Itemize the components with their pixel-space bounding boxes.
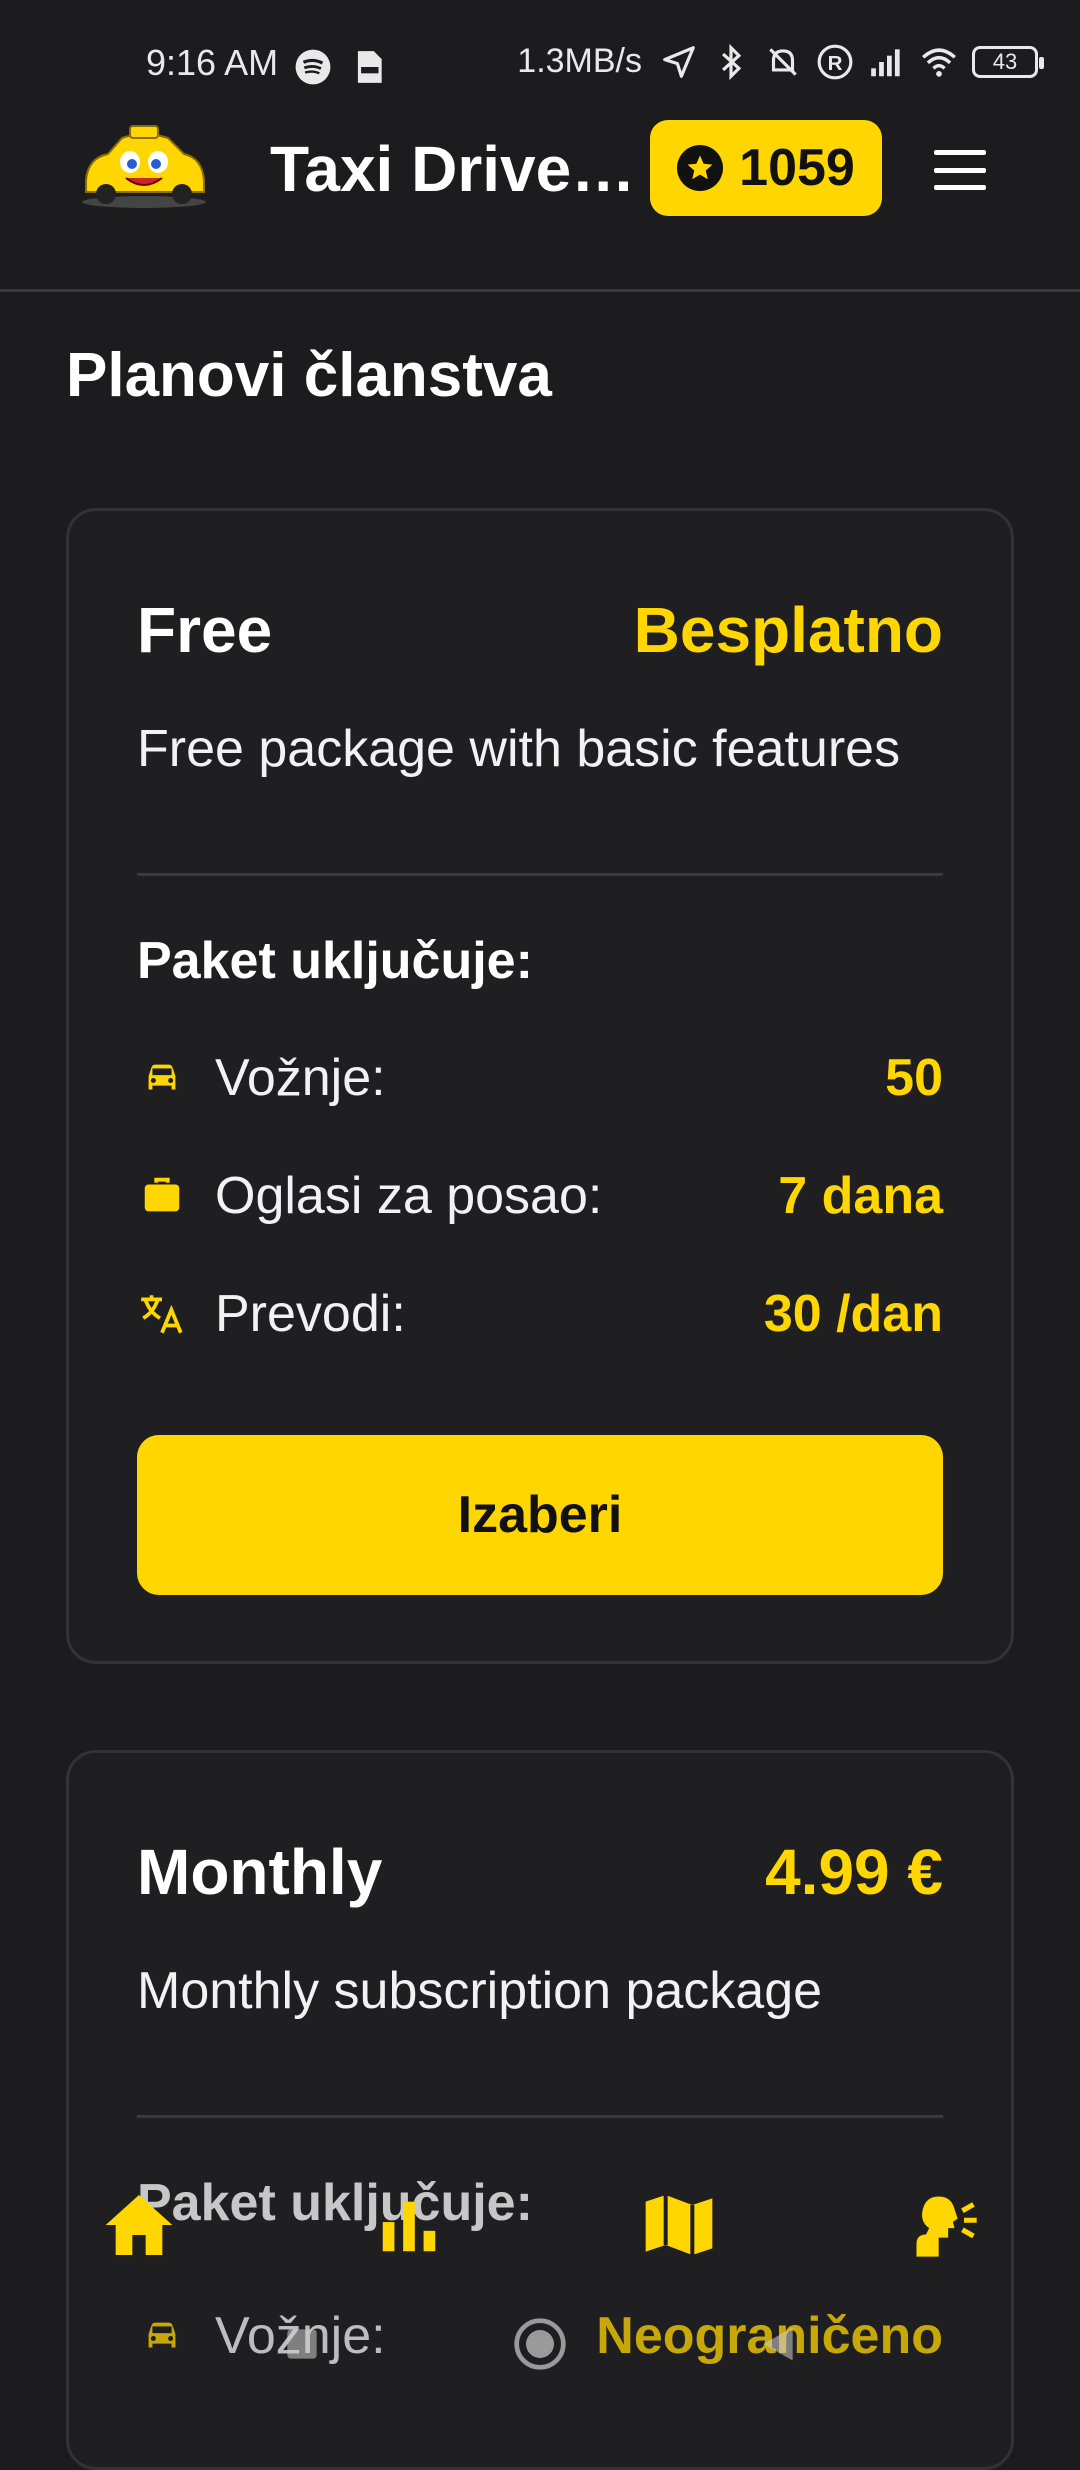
registered-icon: R [817, 44, 853, 79]
wifi-icon [922, 47, 956, 77]
status-time: 9:16 AM [146, 42, 279, 83]
points-count: 1059 [739, 139, 855, 197]
divider [137, 2115, 943, 2118]
plan-header: Monthly 4.99 € [137, 1835, 943, 1909]
briefcase-icon [137, 1171, 187, 1221]
feature-row-rides: Vožnje: 50 [137, 1043, 943, 1113]
status-right: 1.3MB/s R 43 [517, 42, 1044, 81]
feature-label: Oglasi za posao: [215, 1167, 603, 1225]
menu-icon[interactable] [928, 146, 992, 194]
map-icon[interactable] [634, 2180, 724, 2270]
choose-plan-button[interactable]: Izaberi [137, 1435, 943, 1595]
battery-icon: 43 [972, 45, 1044, 78]
feature-value: 7 dana [778, 1167, 943, 1225]
feature-row-job-ads: Oglasi za posao: 7 dana [137, 1161, 943, 1231]
battery-level: 43 [992, 48, 1018, 74]
system-nav [0, 2290, 1080, 2400]
svg-text:R: R [828, 51, 843, 74]
app-header: Taxi Driver... 1059 [0, 110, 1080, 292]
taxi-logo [82, 125, 206, 208]
plan-description: Free package with basic features [137, 720, 901, 778]
points-badge[interactable]: 1059 [650, 120, 882, 216]
plan-card-free: Free Besplatno Free package with basic f… [66, 508, 1014, 1664]
network-speed: 1.3MB/s [517, 42, 642, 80]
feature-row-translations: Prevodi: 30 /dan [137, 1279, 943, 1349]
bluetooth-icon [722, 43, 742, 80]
notification-icons [294, 48, 388, 86]
feature-value: 30 /dan [763, 1285, 943, 1343]
app-title: Taxi Driver... [270, 133, 640, 205]
plan-header: Free Besplatno [137, 593, 943, 667]
star-icon [677, 145, 724, 191]
plan-description: Monthly subscription package [137, 1962, 823, 2020]
feature-value: 50 [885, 1049, 943, 1107]
status-bar: 9:16 AM 1.3MB/s R 43 [0, 0, 1080, 110]
plan-price: 4.99 € [765, 1836, 943, 1908]
feature-label: Prevodi: [215, 1285, 406, 1343]
home-icon[interactable] [94, 2180, 184, 2270]
plan-name: Monthly [137, 1836, 383, 1908]
plan-name: Free [137, 594, 273, 666]
spotify-icon [295, 49, 331, 85]
pdf-icon [357, 51, 382, 83]
recents-icon[interactable] [270, 2312, 334, 2376]
plan-price: Besplatno [633, 594, 943, 666]
feature-label: Vožnje: [215, 1049, 386, 1107]
home-button-icon[interactable] [508, 2312, 572, 2376]
bottom-nav [0, 2170, 1080, 2290]
location-icon [663, 45, 695, 78]
mute-bell-icon [769, 47, 797, 76]
includes-label: Paket uključuje: [137, 932, 533, 990]
divider [137, 873, 943, 876]
page-title: Planovi članstva [66, 341, 552, 410]
translate-icon [137, 1289, 187, 1339]
back-icon[interactable] [746, 2312, 810, 2376]
car-icon [137, 1053, 187, 1103]
stats-icon[interactable] [364, 2180, 454, 2270]
voice-icon[interactable] [900, 2180, 990, 2270]
signal-icon [871, 48, 900, 76]
